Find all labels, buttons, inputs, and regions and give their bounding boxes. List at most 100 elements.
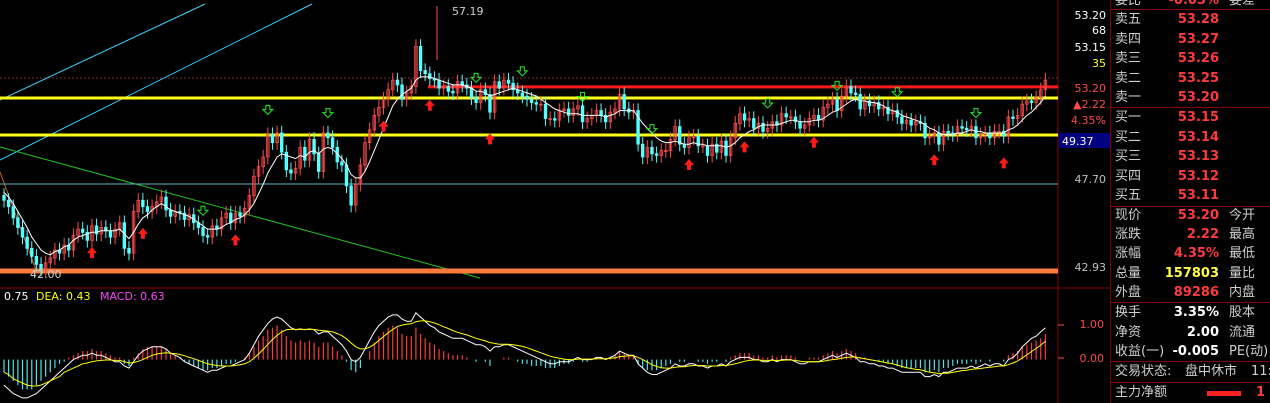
bid-row-5-label: 买五 (1115, 188, 1142, 203)
stat-row-0: 换手 3.35% 股本 (1111, 303, 1270, 322)
ask-row-1: 卖一 53.20 (1111, 88, 1270, 107)
quote-row-4: 外盘 89286 内盘 (1111, 283, 1270, 302)
quote-row-2-value: 4.35% (1173, 246, 1219, 262)
stat-row-0-value: 3.35% (1173, 305, 1219, 320)
ask-row-3: 卖三 53.26 (1111, 49, 1270, 68)
stat-row-1-label: 净资 (1115, 324, 1142, 340)
candle-body (16, 217, 20, 228)
candle-body (2, 195, 6, 201)
candle-body (909, 119, 913, 126)
quote-row-2: 涨幅 4.35% 最低 (1111, 244, 1270, 263)
candle-body (317, 153, 321, 172)
candle-body (145, 206, 150, 212)
candle-body (279, 132, 284, 153)
quote-row-0-label2: 今开 (1229, 208, 1256, 223)
candle-body (141, 199, 145, 208)
axis-price-53-15: 53.15 (1075, 41, 1107, 54)
stat-row-1-value: 2.00 (1186, 324, 1219, 340)
candle-body (446, 86, 451, 92)
cursor-price-label: 49.37 (1062, 135, 1094, 148)
quote-row-0-label: 现价 (1115, 208, 1142, 223)
ask-row-2-label: 卖二 (1115, 70, 1142, 86)
quote-row-2-label: 涨幅 (1115, 246, 1142, 262)
quote-row-1-label: 涨跌 (1115, 227, 1142, 243)
bid-row-4-label: 买四 (1115, 168, 1142, 184)
quote-row-3: 总量 157803 量比 (1111, 264, 1270, 283)
bid-row-2: 买二 53.14 (1111, 128, 1270, 147)
quote-panel: 委比 -0.05% 委差 卖五 53.28 卖四 53.27 卖三 53.26 卖二 53.2… (1110, 0, 1270, 403)
candle-body (469, 87, 474, 99)
candle-body (25, 236, 29, 249)
candle-body (201, 227, 205, 236)
candle-body (11, 206, 15, 219)
macd-dea-label: DEA: (36, 290, 63, 303)
candle-body (705, 145, 710, 156)
bid-row-3-value: 53.13 (1177, 149, 1219, 164)
ask-row-5: 卖五 53.28 (1111, 10, 1270, 29)
stat-row-1-label2: 流通 (1229, 324, 1256, 340)
ask-row-2-value: 53.25 (1177, 70, 1219, 86)
quote-row-1-value: 2.22 (1186, 227, 1219, 243)
macd-macd-value: 0.63 (140, 290, 165, 303)
stat-row-0-label2: 股本 (1229, 305, 1256, 320)
quote-row-2-label2: 最低 (1229, 246, 1256, 262)
candle-body (108, 230, 113, 238)
candle-body (784, 113, 788, 118)
ask-row-5-label: 卖五 (1115, 12, 1142, 27)
stat-row-2: 收益(一) -0.005 PE(动) (1111, 342, 1270, 361)
candle-body (974, 126, 978, 139)
candle-body (400, 84, 404, 100)
candle-body (238, 212, 242, 217)
candle-body (853, 92, 858, 95)
candle-body (835, 98, 839, 111)
bid-row-1-label: 买一 (1115, 110, 1142, 125)
ask-row-4-label: 卖四 (1115, 31, 1142, 47)
candle-body (506, 79, 511, 84)
candle-body (270, 134, 275, 144)
bid-row-3-label: 买三 (1115, 149, 1142, 164)
candle-body (127, 247, 131, 254)
candle-body (418, 46, 423, 71)
candle-body (20, 227, 25, 238)
candle-body (289, 169, 293, 174)
candle-body (349, 185, 353, 206)
ask-row-4-value: 53.27 (1177, 31, 1219, 47)
candle-body (229, 212, 233, 224)
stat-row-2-label: 收益(一) (1115, 344, 1165, 359)
candle-body (900, 116, 904, 124)
candle-body (428, 73, 432, 79)
ask-row-3-label: 卖三 (1115, 51, 1142, 66)
candle-body (1029, 100, 1034, 103)
quote-row-4-label2: 内盘 (1229, 284, 1256, 300)
bid-row-3: 买三 53.13 (1111, 147, 1270, 166)
high-mark-label: 57.19 (452, 5, 484, 18)
ask-row-1-value: 53.20 (1177, 90, 1219, 105)
axis-current-price: 53.20 (1075, 82, 1107, 95)
net-flow-label: 主力净额 (1115, 385, 1168, 400)
candle-body (164, 196, 168, 211)
axis-volume-35: 35 (1092, 57, 1106, 70)
candle-body (520, 92, 525, 97)
candle-body (641, 143, 645, 158)
candle-body (423, 70, 427, 75)
candle-body (497, 81, 501, 89)
candle-body (326, 132, 330, 139)
axis-price-42-93: 42.93 (1075, 261, 1107, 274)
candle-body (849, 86, 853, 94)
axis-change-pct: 4.35% (1071, 114, 1106, 127)
candle-body (488, 94, 492, 113)
quote-row-3-label: 总量 (1115, 265, 1142, 281)
candle-body (599, 110, 603, 116)
candle-body (168, 209, 173, 217)
ask-row-3-value: 53.26 (1177, 51, 1219, 66)
macd-dif-value: 0.75 (4, 290, 29, 303)
candle-body (964, 127, 969, 131)
candle-body (988, 132, 992, 139)
candle-body (6, 199, 11, 208)
candle-body (650, 147, 654, 155)
candle-body (1011, 116, 1015, 119)
quote-row-1: 涨跌 2.22 最高 (1111, 225, 1270, 244)
candle-body (529, 98, 534, 103)
stat-row-2-label2: PE(动) (1229, 344, 1269, 359)
stock-chart[interactable]: 53.20 68 53.15 35 53.20 ▲2.22 4.35% 49.37 47.70 4… (0, 0, 1110, 403)
